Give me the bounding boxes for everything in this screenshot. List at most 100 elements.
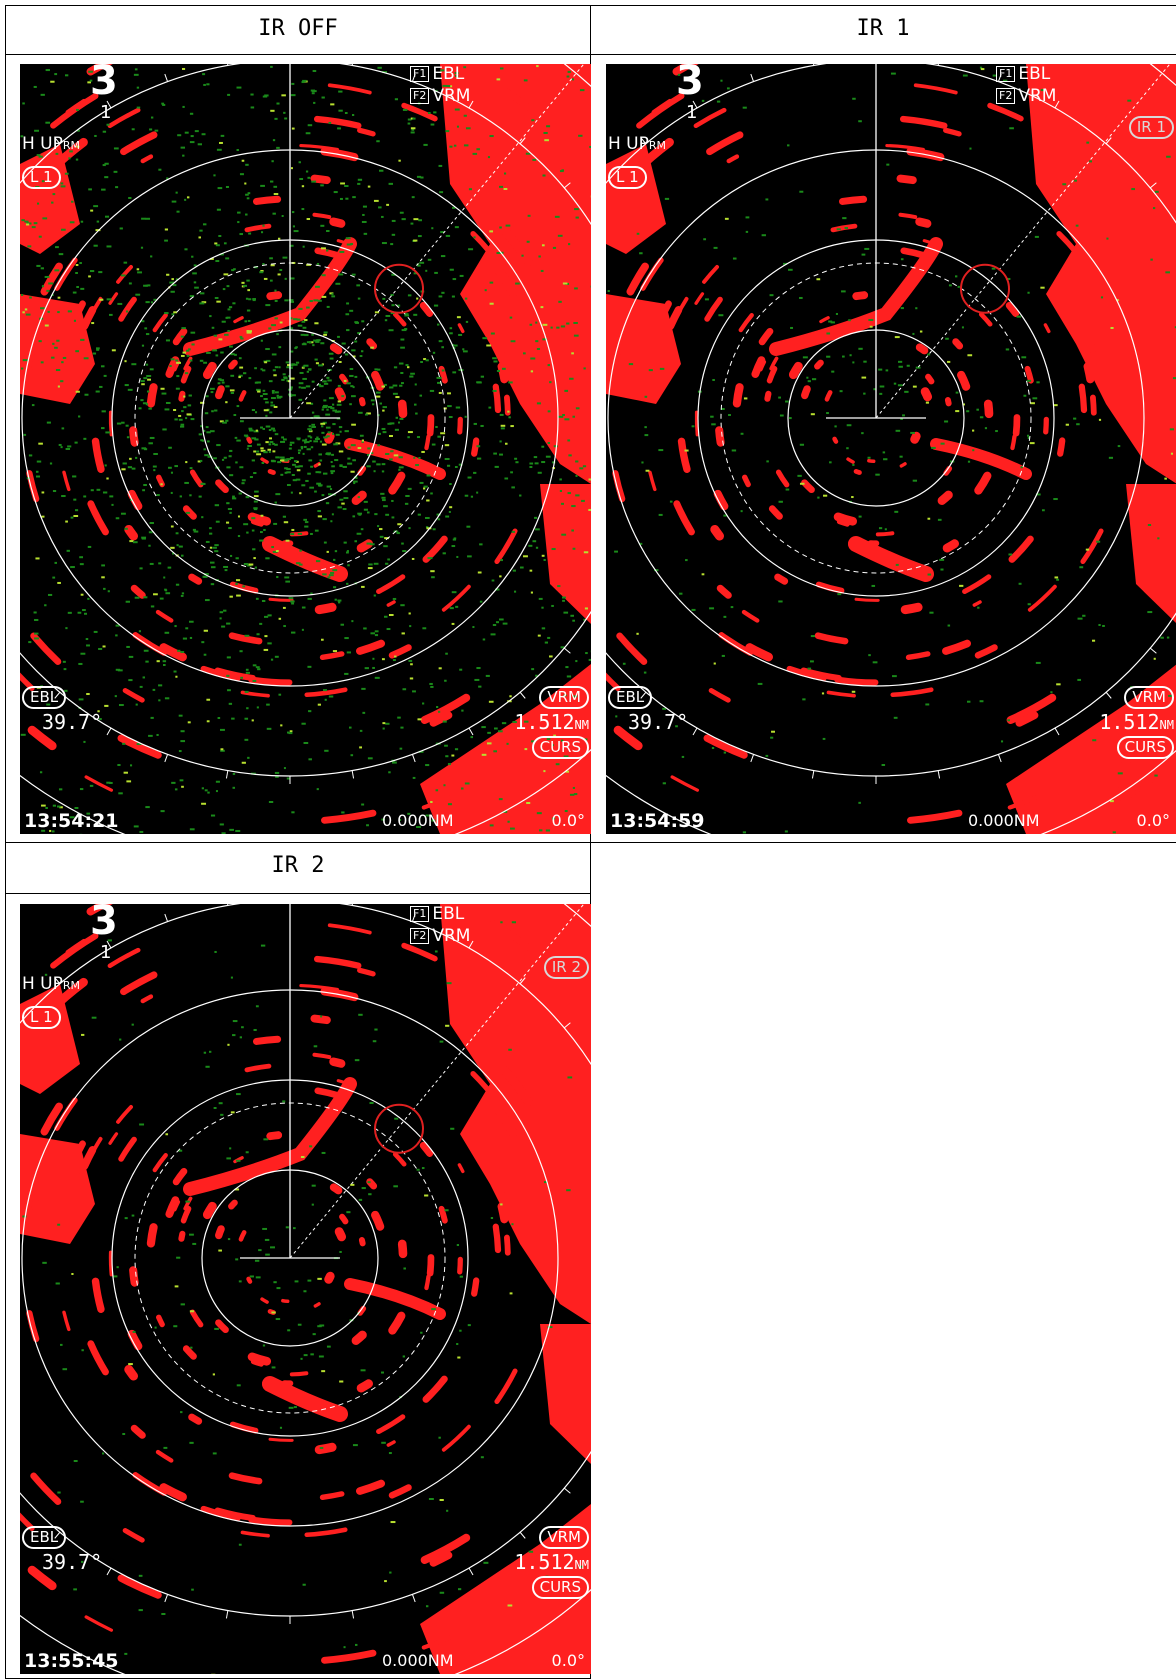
vrm-pill[interactable]: VRM <box>539 686 589 709</box>
noise-speck <box>357 496 361 499</box>
noise-speck <box>383 505 388 508</box>
f2-vrm-key[interactable]: F2 VRM <box>410 86 470 106</box>
target-echo <box>1057 437 1066 457</box>
noise-speck <box>314 490 317 493</box>
noise-speck <box>535 546 539 549</box>
ebl-pill[interactable]: EBL <box>22 686 67 709</box>
radar-screen-ir-off[interactable]: 3 1 H UPRM L 1 F1 EBL F2 VRM EBL 39.7° VRM… <box>20 64 591 834</box>
vrm-pill[interactable]: VRM <box>539 1526 589 1549</box>
curs-pill[interactable]: CURS <box>531 1576 589 1599</box>
target-echo <box>910 431 921 444</box>
noise-speck <box>54 269 60 272</box>
noise-speck <box>336 403 342 406</box>
noise-speck <box>62 356 67 359</box>
target-echo <box>91 437 105 473</box>
noise-speck <box>313 101 316 104</box>
noise-speck <box>416 436 421 439</box>
noise-speck <box>822 737 826 740</box>
noise-speck <box>858 801 861 804</box>
noise-speck <box>231 497 237 500</box>
noise-speck <box>306 448 311 451</box>
noise-speck <box>139 567 143 570</box>
noise-speck <box>301 185 305 188</box>
noise-speck <box>182 105 185 108</box>
noise-speck <box>374 630 379 633</box>
level-pill[interactable]: L 1 <box>22 166 61 189</box>
noise-speck <box>566 675 572 678</box>
noise-speck <box>318 463 321 466</box>
curs-pill[interactable]: CURS <box>1116 736 1174 759</box>
f1-ebl-key[interactable]: F1 EBL <box>410 904 464 924</box>
target-echo <box>244 223 272 233</box>
noise-speck <box>299 371 304 374</box>
noise-speck <box>252 298 256 301</box>
noise-speck <box>350 1183 355 1186</box>
noise-speck <box>544 641 549 644</box>
noise-speck <box>307 435 311 438</box>
land-echo <box>1126 484 1176 624</box>
ir-badge[interactable]: IR 1 <box>1128 116 1174 139</box>
target-echo <box>312 212 332 220</box>
noise-speck <box>300 447 304 450</box>
noise-speck <box>510 827 515 830</box>
noise-speck <box>117 302 123 305</box>
noise-speck <box>80 1500 84 1503</box>
f1-ebl-key[interactable]: F1 EBL <box>996 64 1050 84</box>
noise-speck <box>711 747 715 750</box>
noise-speck <box>536 812 542 815</box>
noise-speck <box>99 385 103 388</box>
noise-speck <box>307 472 311 475</box>
target-echo <box>397 399 408 419</box>
noise-speck <box>681 755 685 758</box>
noise-speck <box>382 297 386 300</box>
noise-speck <box>566 322 570 325</box>
noise-speck <box>260 339 263 342</box>
noise-speck <box>83 495 87 498</box>
ebl-pill[interactable]: EBL <box>608 686 653 709</box>
noise-speck <box>344 353 349 356</box>
noise-speck <box>165 401 171 404</box>
noise-speck <box>457 1588 462 1591</box>
noise-speck <box>955 275 958 278</box>
noise-speck <box>500 424 506 427</box>
noise-speck <box>124 1652 128 1655</box>
level-pill[interactable]: L 1 <box>608 166 647 189</box>
ebl-pill[interactable]: EBL <box>22 1526 67 1549</box>
level-pill[interactable]: L 1 <box>22 1006 61 1029</box>
noise-speck <box>521 254 524 257</box>
f2-vrm-key[interactable]: F2 VRM <box>996 86 1056 106</box>
noise-speck <box>478 685 482 688</box>
noise-speck <box>261 369 266 372</box>
radar-screen-ir-1[interactable]: 3 1 H UPRM L 1 IR 1 F1 EBL F2 VRM EBL 39.7… <box>606 64 1176 834</box>
noise-speck <box>227 308 231 311</box>
f2-vrm-key[interactable]: F2 VRM <box>410 926 470 946</box>
vrm-pill[interactable]: VRM <box>1124 686 1174 709</box>
noise-speck <box>572 619 575 622</box>
noise-speck <box>295 361 300 364</box>
target-echo <box>899 115 948 129</box>
noise-speck <box>410 127 416 130</box>
noise-speck <box>38 340 42 343</box>
noise-speck <box>153 593 158 596</box>
noise-speck <box>466 525 471 528</box>
noise-speck <box>78 662 83 665</box>
curs-pill[interactable]: CURS <box>531 736 589 759</box>
ir-badge[interactable]: IR 2 <box>543 956 589 979</box>
noise-speck <box>745 216 750 219</box>
target-echo <box>441 1424 471 1452</box>
target-echo <box>718 632 754 656</box>
noise-speck <box>409 625 412 628</box>
noise-speck <box>551 548 556 551</box>
noise-speck <box>220 748 224 751</box>
f1-ebl-key[interactable]: F1 EBL <box>410 64 464 84</box>
noise-speck <box>536 402 541 405</box>
noise-speck <box>308 459 313 462</box>
bearing-tick <box>750 754 755 763</box>
noise-speck <box>565 666 569 669</box>
noise-speck <box>314 415 320 418</box>
noise-speck <box>311 92 315 95</box>
radar-screen-ir-2[interactable]: 3 1 H UPRM L 1 IR 2 F1 EBL F2 VRM EBL 39.7… <box>20 904 591 1674</box>
noise-speck <box>272 212 276 215</box>
noise-speck <box>322 380 327 383</box>
noise-speck <box>307 176 311 179</box>
